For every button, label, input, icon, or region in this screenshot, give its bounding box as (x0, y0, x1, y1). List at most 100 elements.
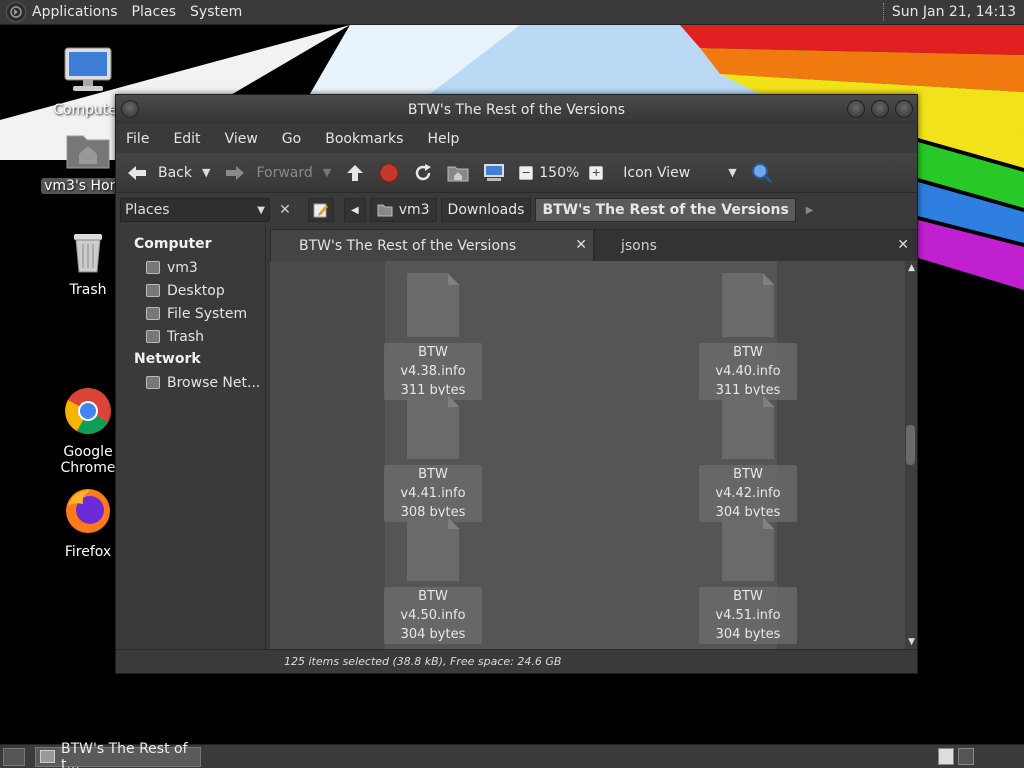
menu-file[interactable]: File (126, 131, 149, 147)
sidebar-item-browse-network[interactable]: Browse Net... (116, 371, 265, 394)
close-tab-icon[interactable]: ✕ (575, 237, 587, 253)
file-item[interactable]: BTW v4.41.info 308 bytes (384, 383, 482, 522)
file-item[interactable]: BTW v4.42.info 304 bytes (699, 383, 797, 522)
menu-help[interactable]: Help (427, 131, 459, 147)
menu-view[interactable]: View (225, 131, 258, 147)
back-button[interactable]: Back ▼ (126, 164, 210, 182)
file-name-and-size: BTW v4.51.info 304 bytes (699, 587, 797, 644)
document-icon (722, 395, 774, 459)
places-sidebar: Computer vm3 Desktop File System Trash N… (116, 227, 266, 649)
forward-history-chevron-down-icon[interactable]: ▼ (323, 166, 331, 179)
home-folder-small-icon (377, 204, 393, 217)
sidebar-item-trash[interactable]: Trash (116, 325, 265, 348)
tab-current-folder[interactable]: BTW's The Rest of the Versions ✕ (270, 229, 594, 261)
back-label: Back (158, 164, 192, 181)
sidebar-mode-select[interactable]: Places ▼ (120, 198, 270, 222)
file-icon-view[interactable]: BTW v4.38.info 311 bytes BTW v4.40.info 31… (270, 261, 917, 649)
network-icon (146, 376, 160, 389)
sidebar-item-label: Desktop (167, 282, 225, 299)
breadcrumb-downloads[interactable]: Downloads (440, 198, 532, 222)
tab-jsons[interactable]: jsons ✕ (594, 229, 916, 261)
document-icon (407, 395, 459, 459)
search-button[interactable] (751, 162, 773, 184)
file-item[interactable]: BTW v4.51.info 304 bytes (699, 505, 797, 644)
workspace-2[interactable] (958, 748, 974, 765)
window-titlebar[interactable]: BTW's The Rest of the Versions (116, 95, 917, 124)
file-item[interactable]: BTW v4.40.info 311 bytes (699, 261, 797, 400)
window-menu-button[interactable] (121, 100, 139, 118)
desktop-icon-label: Firefox (64, 544, 112, 560)
breadcrumb-vm3[interactable]: vm3 (369, 198, 437, 222)
system-menu[interactable]: System (190, 4, 242, 20)
window-body: Computer vm3 Desktop File System Trash N… (116, 227, 917, 649)
edit-location-icon (313, 203, 328, 218)
sidebar-item-file-system[interactable]: File System (116, 302, 265, 325)
chevron-right-icon[interactable]: ▶ (806, 205, 814, 216)
file-item[interactable]: BTW v4.50.info 304 bytes (384, 505, 482, 644)
sidebar-heading-computer: Computer (134, 236, 212, 252)
workspace-1[interactable] (938, 748, 954, 765)
maximize-button[interactable] (871, 100, 889, 118)
places-menu[interactable]: Places (132, 4, 177, 20)
distro-logo-icon[interactable] (6, 2, 26, 22)
computer-button[interactable] (483, 163, 505, 183)
folder-icon (40, 750, 55, 763)
stop-button[interactable] (379, 163, 399, 183)
clock-area: Sun Jan 21, 14:13 (882, 3, 1024, 21)
top-panel: Applications Places System Sun Jan 21, 1… (0, 0, 1024, 25)
close-tab-icon[interactable]: ✕ (897, 237, 909, 253)
home-button[interactable] (447, 164, 469, 182)
minimize-button[interactable] (847, 100, 865, 118)
zoom-out-icon[interactable]: − (519, 165, 534, 180)
desktop-icon-label: Computer (53, 102, 123, 118)
reload-button[interactable] (413, 163, 433, 183)
content-column: BTW's The Rest of the Versions ✕ jsons ✕… (266, 227, 917, 649)
menu-bookmarks[interactable]: Bookmarks (325, 131, 403, 147)
status-bar: 125 items selected (38.8 kB), Free space… (116, 649, 917, 673)
menu-edit[interactable]: Edit (173, 131, 200, 147)
forward-button[interactable]: Forward ▼ (224, 164, 331, 182)
clock[interactable]: Sun Jan 21, 14:13 (892, 4, 1016, 20)
zoom-in-icon[interactable]: + (589, 165, 604, 180)
home-folder-icon (146, 261, 160, 274)
forward-arrow-icon (226, 165, 245, 180)
file-item[interactable]: BTW v4.38.info 311 bytes (384, 261, 482, 400)
file-name: BTW v4.50.info (400, 589, 466, 623)
applications-menu[interactable]: Applications (32, 4, 118, 20)
reload-icon (416, 163, 432, 180)
up-button[interactable] (345, 163, 365, 183)
scroll-up-icon[interactable]: ▲ (908, 263, 915, 273)
vertical-scrollbar[interactable]: ▲ ▼ (905, 261, 917, 649)
back-history-chevron-down-icon[interactable]: ▼ (202, 166, 210, 179)
scrollbar-thumb[interactable] (906, 425, 915, 465)
chevron-left-icon: ◀ (351, 204, 359, 216)
sidebar-item-desktop[interactable]: Desktop (116, 279, 265, 302)
file-manager-window: BTW's The Rest of the Versions File Edit… (115, 94, 918, 674)
menubar: File Edit View Go Bookmarks Help (116, 124, 917, 153)
sidebar-item-label: Trash (167, 328, 204, 345)
scroll-down-icon[interactable]: ▼ (908, 637, 915, 647)
view-mode-select[interactable]: Icon View ▼ (623, 165, 736, 181)
tab-bar: BTW's The Rest of the Versions ✕ jsons ✕ (266, 227, 917, 261)
breadcrumb-label: Downloads (447, 202, 525, 218)
close-sidebar-icon[interactable]: ✕ (274, 199, 296, 221)
view-mode-label: Icon View (623, 164, 691, 181)
computer-small-icon (484, 163, 505, 181)
breadcrumb-scroll-left[interactable]: ◀ (344, 198, 366, 222)
sidebar-mode-label: Places (125, 202, 170, 218)
show-desktop-icon[interactable] (3, 747, 25, 766)
status-text: 125 items selected (38.8 kB), Free space… (284, 655, 562, 668)
window-title: BTW's The Rest of the Versions (407, 101, 626, 118)
breadcrumb-label: BTW's The Rest of the Versions (542, 202, 789, 218)
close-window-button[interactable] (895, 100, 913, 118)
view-mode-chevron-down-icon: ▼ (728, 166, 737, 179)
toggle-location-entry-button[interactable] (308, 198, 334, 222)
document-icon (407, 517, 459, 581)
sidebar-item-vm3[interactable]: vm3 (116, 256, 265, 279)
menu-go[interactable]: Go (282, 131, 301, 147)
zoom-level[interactable]: 150% (539, 165, 579, 181)
up-arrow-icon (347, 164, 364, 181)
sidebar-item-label: vm3 (167, 259, 198, 276)
breadcrumb-current-folder[interactable]: BTW's The Rest of the Versions (535, 198, 796, 222)
taskbar-window-button[interactable]: BTW's The Rest of t... (35, 741, 201, 768)
